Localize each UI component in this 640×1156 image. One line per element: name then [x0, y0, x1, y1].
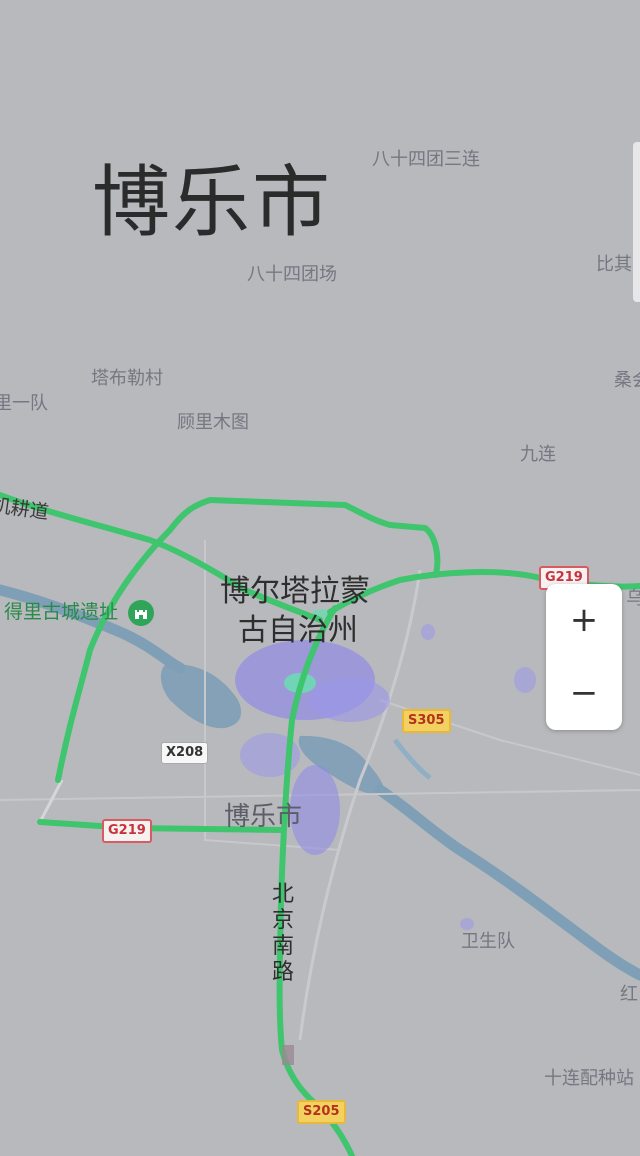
lake: [160, 664, 242, 729]
zoom-control: + −: [546, 584, 622, 730]
place-label: 顾里木图: [177, 412, 249, 433]
prefecture-label-line1: 博尔塔拉蒙: [220, 574, 370, 609]
place-label: 八十四团三连: [372, 149, 480, 170]
city-label: 博乐市: [224, 802, 303, 832]
place-label: 卫生队: [461, 931, 515, 952]
map-canvas[interactable]: 博乐市 八十四团三连 八十四团场 比其 桑会 塔布勒村 里一队 顾里木图 九连 …: [0, 0, 640, 1156]
zoom-in-button[interactable]: +: [546, 584, 622, 657]
place-label: 桑会: [614, 370, 640, 391]
street-label: 北京南路: [271, 882, 294, 985]
zoom-out-button[interactable]: −: [546, 657, 622, 730]
place-label: 比其: [596, 254, 632, 275]
place-label: 乌: [626, 588, 640, 609]
route-shield-x208: X208: [161, 742, 209, 764]
route-shield-g219: G219: [102, 819, 152, 843]
castle-icon: [128, 599, 155, 626]
river-branch: [393, 738, 432, 780]
place-label: 里一队: [0, 393, 48, 414]
prefecture-label-line2: 古自治州: [238, 613, 358, 648]
poi-label[interactable]: 得里古城遗址: [4, 597, 155, 626]
route-shield-s305: S305: [402, 709, 451, 733]
side-panel-handle[interactable]: [633, 142, 640, 302]
route-shield-s205: S205: [297, 1100, 346, 1124]
poi-name: 得里古城遗址: [4, 601, 119, 623]
place-label: 八十四团场: [247, 264, 337, 285]
place-label: 塔布勒村: [91, 368, 163, 389]
map-title: 博乐市: [92, 158, 333, 248]
place-label: 九连: [520, 444, 556, 465]
place-label: 十连配种站: [544, 1068, 634, 1089]
place-label: 红: [620, 984, 638, 1005]
